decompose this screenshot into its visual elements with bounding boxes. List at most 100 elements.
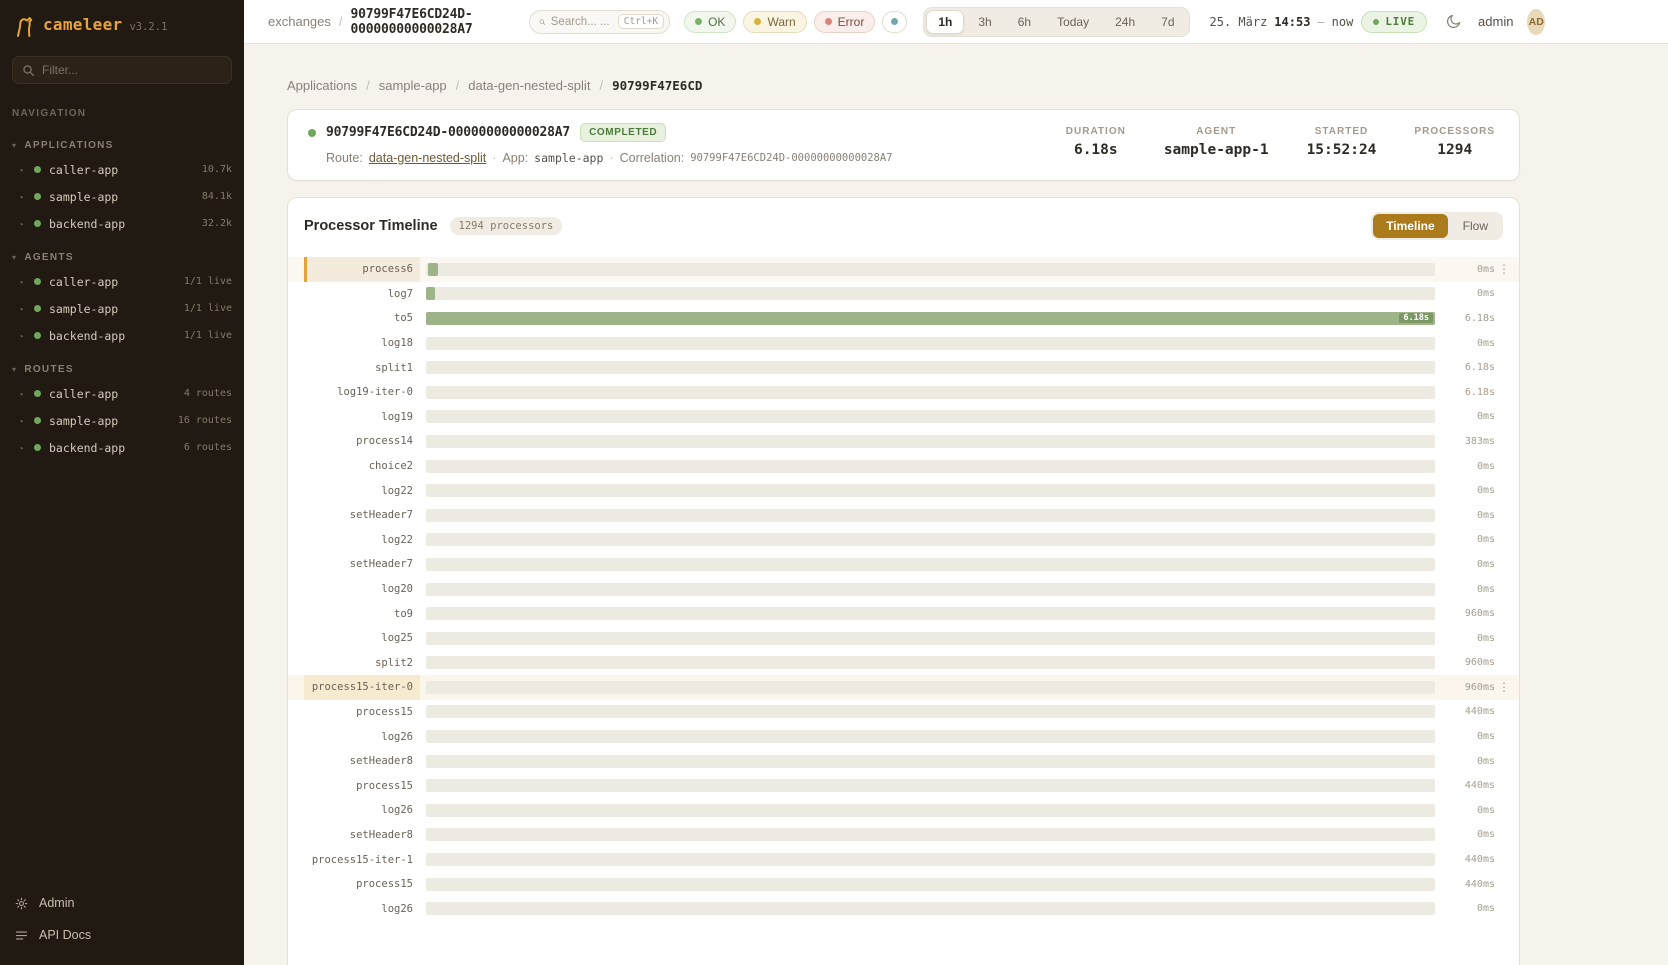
timeline-row-split2[interactable]: split2960ms⋮ <box>288 651 1519 676</box>
processor-label[interactable]: log7 <box>304 282 420 307</box>
api-docs-link[interactable]: API Docs <box>14 919 230 951</box>
app-root: cameleer v3.2.1 NAVIGATION ▾APPLICATIONS… <box>0 0 1668 965</box>
processor-label[interactable]: log22 <box>304 528 420 553</box>
avatar[interactable]: AD <box>1527 9 1545 35</box>
processor-label[interactable]: to5 <box>304 306 420 331</box>
preset-7d[interactable]: 7d <box>1149 10 1186 34</box>
processor-label[interactable]: process15-iter-1 <box>304 847 420 872</box>
sidebar-item-sample-app[interactable]: ▸sample-app84.1k <box>0 183 244 210</box>
timeline-row-log7[interactable]: log70ms⋮ <box>288 282 1519 307</box>
global-search[interactable]: Ctrl+K <box>529 10 670 34</box>
admin-link[interactable]: Admin <box>14 887 230 919</box>
search-input[interactable] <box>551 16 613 28</box>
row-duration: 960ms <box>1443 608 1495 619</box>
crumb-applications[interactable]: Applications <box>287 78 357 93</box>
filter-chip-warn[interactable]: Warn <box>743 11 806 33</box>
timeline-row-log22[interactable]: log220ms⋮ <box>288 528 1519 553</box>
timeline-row-log26[interactable]: log260ms⋮ <box>288 798 1519 823</box>
preset-24h[interactable]: 24h <box>1103 10 1147 34</box>
view-flow-button[interactable]: Flow <box>1450 214 1501 238</box>
sidebar-item-sample-app[interactable]: ▸sample-app16 routes <box>0 407 244 434</box>
processor-label[interactable]: to9 <box>304 601 420 626</box>
processor-label[interactable]: process15 <box>304 773 420 798</box>
processor-label[interactable]: setHeader8 <box>304 823 420 848</box>
preset-today[interactable]: Today <box>1045 10 1101 34</box>
sidebar-item-sample-app[interactable]: ▸sample-app1/1 live <box>0 295 244 322</box>
processor-label[interactable]: choice2 <box>304 454 420 479</box>
timeline-row-process15[interactable]: process15440ms⋮ <box>288 700 1519 725</box>
timeline-row-log19-iter-0[interactable]: log19-iter-06.18s⋮ <box>288 380 1519 405</box>
filter-chip-error[interactable]: Error <box>814 11 876 33</box>
timeline-row-log20[interactable]: log200ms⋮ <box>288 577 1519 602</box>
processor-label[interactable]: log25 <box>304 626 420 651</box>
timeline-row-process6[interactable]: process60ms⋮ <box>288 257 1519 282</box>
timeline-row-process15[interactable]: process15440ms⋮ <box>288 773 1519 798</box>
sidebar-filter-input[interactable] <box>42 63 222 77</box>
sidebar-filter[interactable] <box>12 56 232 84</box>
dark-mode-toggle[interactable] <box>1445 13 1462 30</box>
preset-1h[interactable]: 1h <box>926 10 964 34</box>
timeline-row-process15[interactable]: process15440ms⋮ <box>288 872 1519 897</box>
date-range[interactable]: 25. März 14:53 — now <box>1210 15 1354 29</box>
processor-label[interactable]: split2 <box>304 651 420 676</box>
preset-6h[interactable]: 6h <box>1006 10 1043 34</box>
row-menu-kebab-icon[interactable]: ⋮ <box>1495 262 1513 276</box>
filter-chip-extra[interactable] <box>882 11 907 33</box>
route-link[interactable]: data-gen-nested-split <box>369 151 486 165</box>
crumb-route[interactable]: data-gen-nested-split <box>468 78 590 93</box>
preset-3h[interactable]: 3h <box>966 10 1003 34</box>
timeline-row-setHeader7[interactable]: setHeader70ms⋮ <box>288 503 1519 528</box>
app-value: sample-app <box>534 151 603 165</box>
processor-label[interactable]: log18 <box>304 331 420 356</box>
processor-label[interactable]: process6 <box>304 257 420 282</box>
section-header-agents[interactable]: ▾AGENTS <box>0 247 244 268</box>
processor-label[interactable]: process15 <box>304 700 420 725</box>
processor-label[interactable]: process14 <box>304 429 420 454</box>
sidebar-item-caller-app[interactable]: ▸caller-app1/1 live <box>0 268 244 295</box>
processor-label[interactable]: setHeader8 <box>304 749 420 774</box>
row-menu-kebab-icon[interactable]: ⋮ <box>1495 680 1513 694</box>
section-header-applications[interactable]: ▾APPLICATIONS <box>0 135 244 156</box>
processor-label[interactable]: log26 <box>304 724 420 749</box>
timeline-row-log18[interactable]: log180ms⋮ <box>288 331 1519 356</box>
sidebar-item-backend-app[interactable]: ▸backend-app1/1 live <box>0 322 244 349</box>
sidebar-item-backend-app[interactable]: ▸backend-app32.2k <box>0 210 244 237</box>
timeline-row-setHeader8[interactable]: setHeader80ms⋮ <box>288 749 1519 774</box>
timeline-row-setHeader8[interactable]: setHeader80ms⋮ <box>288 823 1519 848</box>
processor-label[interactable]: process15-iter-0 <box>304 675 420 700</box>
logo[interactable]: cameleer v3.2.1 <box>0 0 244 47</box>
processor-label[interactable]: split1 <box>304 355 420 380</box>
timeline-row-split1[interactable]: split16.18s⋮ <box>288 355 1519 380</box>
sidebar-item-caller-app[interactable]: ▸caller-app10.7k <box>0 156 244 183</box>
live-badge[interactable]: LIVE <box>1361 11 1427 33</box>
sidebar-item-caller-app[interactable]: ▸caller-app4 routes <box>0 380 244 407</box>
processor-label[interactable]: process15 <box>304 872 420 897</box>
sidebar-item-backend-app[interactable]: ▸backend-app6 routes <box>0 434 244 461</box>
processor-label[interactable]: log26 <box>304 896 420 921</box>
processor-label[interactable]: log26 <box>304 798 420 823</box>
processor-label[interactable]: setHeader7 <box>304 503 420 528</box>
timeline-row-to9[interactable]: to9960ms⋮ <box>288 601 1519 626</box>
timeline-row-log26[interactable]: log260ms⋮ <box>288 724 1519 749</box>
timeline-row-process14[interactable]: process14383ms⋮ <box>288 429 1519 454</box>
duration-bar <box>426 287 435 300</box>
timeline-row-process15-iter-0[interactable]: process15-iter-0960ms⋮ <box>288 675 1519 700</box>
processor-label[interactable]: setHeader7 <box>304 552 420 577</box>
processor-label[interactable]: log20 <box>304 577 420 602</box>
crumb-sample-app[interactable]: sample-app <box>379 78 447 93</box>
filter-chip-ok[interactable]: OK <box>684 11 736 33</box>
processor-label[interactable]: log19-iter-0 <box>304 380 420 405</box>
timeline-row-log19[interactable]: log190ms⋮ <box>288 405 1519 430</box>
timeline-row-log25[interactable]: log250ms⋮ <box>288 626 1519 651</box>
timeline-row-log22[interactable]: log220ms⋮ <box>288 478 1519 503</box>
timeline-row-log26[interactable]: log260ms⋮ <box>288 896 1519 921</box>
processor-label[interactable]: log19 <box>304 405 420 430</box>
timeline-row-process15-iter-1[interactable]: process15-iter-1440ms⋮ <box>288 847 1519 872</box>
timeline-row-choice2[interactable]: choice20ms⋮ <box>288 454 1519 479</box>
processor-label[interactable]: log22 <box>304 478 420 503</box>
section-header-routes[interactable]: ▾ROUTES <box>0 359 244 380</box>
timeline-row-to5[interactable]: to56.18s6.18s⋮ <box>288 306 1519 331</box>
topbar-breadcrumb-exchanges[interactable]: exchanges <box>268 14 331 29</box>
timeline-row-setHeader7[interactable]: setHeader70ms⋮ <box>288 552 1519 577</box>
view-timeline-button[interactable]: Timeline <box>1373 214 1447 238</box>
